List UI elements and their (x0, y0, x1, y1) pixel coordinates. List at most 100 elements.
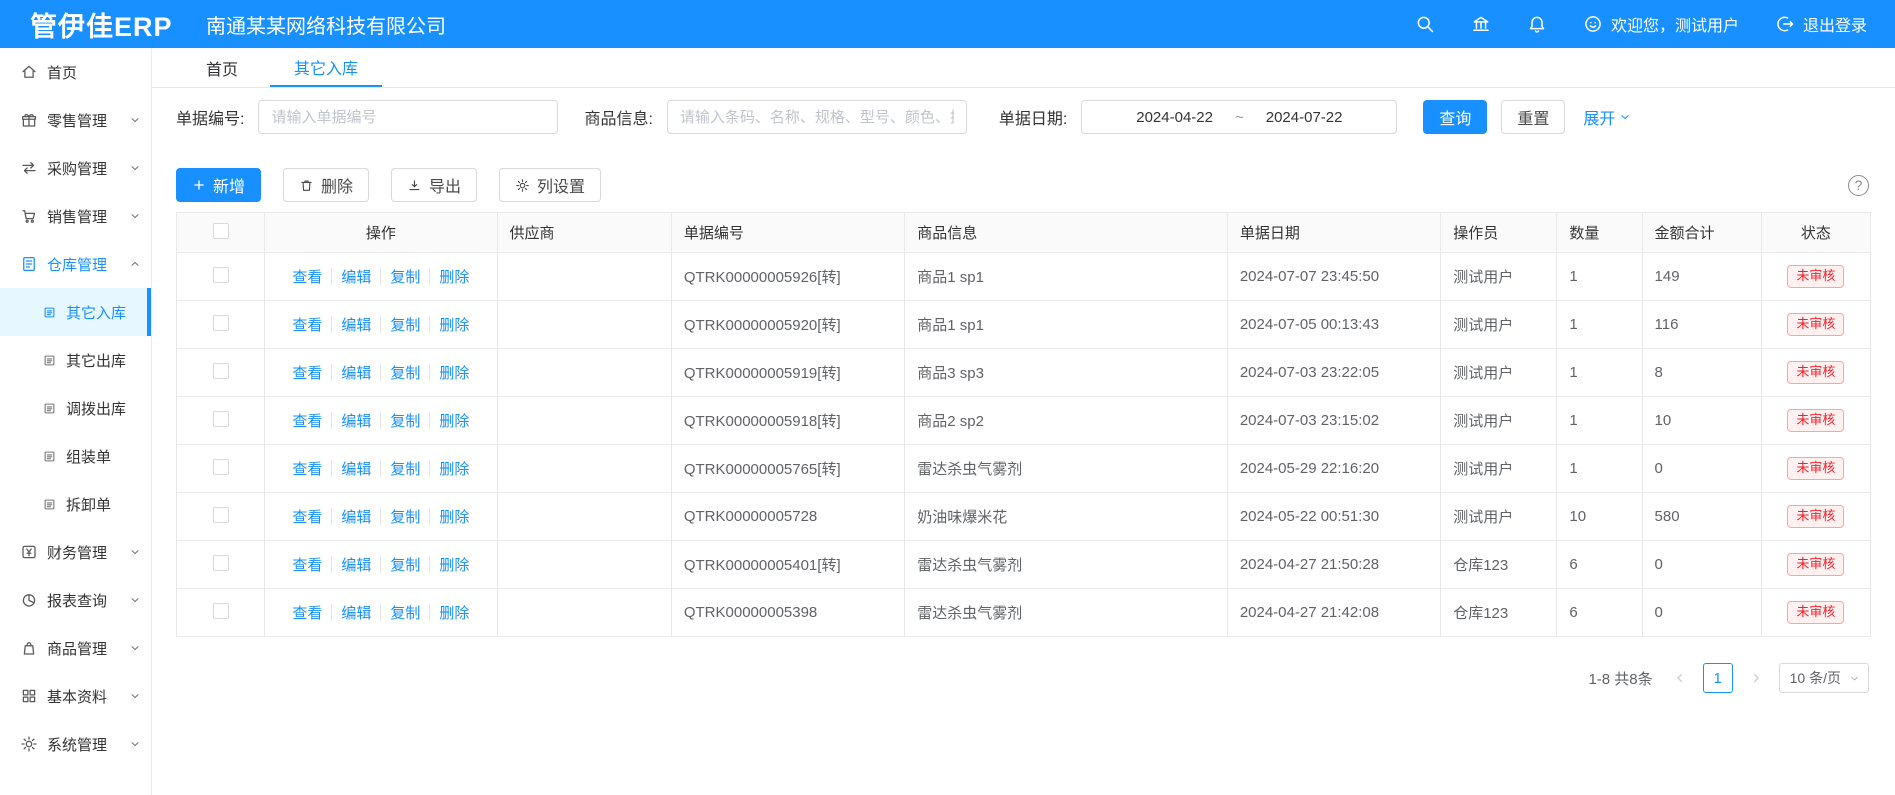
bill-no-label: 单据编号: (176, 105, 244, 129)
tab-home[interactable]: 首页 (182, 48, 262, 87)
reset-button[interactable]: 重置 (1501, 100, 1565, 134)
delete-link[interactable]: 删除 (439, 410, 469, 431)
delete-button[interactable]: 删除 (283, 168, 369, 202)
bill-date-cell: 2024-04-27 21:42:08 (1227, 589, 1440, 637)
prev-page-button[interactable] (1669, 664, 1691, 692)
view-link[interactable]: 查看 (292, 506, 322, 527)
copy-link[interactable]: 复制 (390, 506, 420, 527)
delete-link[interactable]: 删除 (439, 506, 469, 527)
gear-icon (20, 735, 38, 753)
edit-link[interactable]: 编辑 (341, 266, 371, 287)
column-settings-button[interactable]: 列设置 (499, 168, 601, 202)
sidebar-item-label: 财务管理 (47, 542, 107, 563)
sidebar-item-sales[interactable]: 销售管理 (0, 192, 151, 240)
sidebar-item-basic-data[interactable]: 基本资料 (0, 672, 151, 720)
edit-link[interactable]: 编辑 (341, 410, 371, 431)
bill-no-input[interactable] (258, 100, 558, 134)
next-page-button[interactable] (1745, 664, 1767, 692)
row-checkbox[interactable] (213, 507, 229, 523)
row-checkbox[interactable] (213, 363, 229, 379)
user-greeting[interactable]: 欢迎您，测试用户 (1583, 12, 1739, 36)
sidebar-item-system[interactable]: 系统管理 (0, 720, 151, 768)
copy-link[interactable]: 复制 (390, 410, 420, 431)
bank-icon[interactable] (1471, 14, 1491, 34)
table-row: 查看编辑复制删除 QTRK00000005398 雷达杀虫气雾剂 2024-04… (177, 589, 1871, 637)
sidebar-item-home[interactable]: 首页 (0, 48, 151, 96)
quantity-cell: 10 (1557, 493, 1642, 541)
view-link[interactable]: 查看 (292, 314, 322, 335)
row-checkbox[interactable] (213, 411, 229, 427)
delete-link[interactable]: 删除 (439, 266, 469, 287)
copy-link[interactable]: 复制 (390, 458, 420, 479)
bill-no-cell: QTRK00000005401[转] (671, 541, 904, 589)
sidebar-item-retail[interactable]: 零售管理 (0, 96, 151, 144)
row-checkbox[interactable] (213, 603, 229, 619)
help-icon[interactable] (1848, 175, 1869, 196)
view-link[interactable]: 查看 (292, 554, 322, 575)
sidebar-item-label: 销售管理 (47, 206, 107, 227)
supplier-cell (497, 541, 671, 589)
bell-icon[interactable] (1527, 14, 1547, 34)
row-checkbox[interactable] (213, 459, 229, 475)
product-cell: 奶油味爆米花 (905, 493, 1228, 541)
sidebar-item-reports[interactable]: 报表查询 (0, 576, 151, 624)
copy-link[interactable]: 复制 (390, 602, 420, 623)
sidebar-item-warehouse[interactable]: 仓库管理 (0, 240, 151, 288)
edit-link[interactable]: 编辑 (341, 602, 371, 623)
sidebar-item-other-inbound[interactable]: 其它入库 (0, 288, 151, 336)
copy-link[interactable]: 复制 (390, 362, 420, 383)
operator-cell: 测试用户 (1441, 445, 1557, 493)
sidebar-item-finance[interactable]: 财务管理 (0, 528, 151, 576)
button-label: 列设置 (537, 173, 585, 197)
export-button[interactable]: 导出 (391, 168, 477, 202)
logout-text: 退出登录 (1803, 12, 1867, 36)
expand-toggle[interactable]: 展开 (1583, 105, 1631, 129)
view-link[interactable]: 查看 (292, 266, 322, 287)
copy-link[interactable]: 复制 (390, 554, 420, 575)
page-size-select[interactable]: 10 条/页 (1779, 663, 1869, 693)
product-info-label: 商品信息: (584, 105, 652, 129)
select-all-checkbox[interactable] (213, 223, 229, 239)
edit-link[interactable]: 编辑 (341, 554, 371, 575)
date-range-picker[interactable]: 2024-04-22 ~ 2024-07-22 (1081, 100, 1397, 134)
edit-link[interactable]: 编辑 (341, 362, 371, 383)
row-checkbox[interactable] (213, 315, 229, 331)
search-icon[interactable] (1415, 14, 1435, 34)
add-button[interactable]: 新增 (176, 168, 261, 202)
edit-link[interactable]: 编辑 (341, 506, 371, 527)
sidebar-item-disassembly[interactable]: 拆卸单 (0, 480, 151, 528)
delete-link[interactable]: 删除 (439, 602, 469, 623)
delete-link[interactable]: 删除 (439, 362, 469, 383)
edit-link[interactable]: 编辑 (341, 458, 371, 479)
delete-link[interactable]: 删除 (439, 314, 469, 335)
sidebar-item-assembly[interactable]: 组装单 (0, 432, 151, 480)
view-link[interactable]: 查看 (292, 362, 322, 383)
product-info-input[interactable] (667, 100, 967, 134)
amount-cell: 10 (1642, 397, 1761, 445)
sidebar-item-transfer-outbound[interactable]: 调拨出库 (0, 384, 151, 432)
sidebar-item-goods[interactable]: 商品管理 (0, 624, 151, 672)
button-label: 查询 (1439, 105, 1471, 129)
view-link[interactable]: 查看 (292, 602, 322, 623)
logout-button[interactable]: 退出登录 (1775, 12, 1867, 36)
tab-other-inbound[interactable]: 其它入库 (270, 48, 382, 87)
copy-link[interactable]: 复制 (390, 266, 420, 287)
copy-link[interactable]: 复制 (390, 314, 420, 335)
view-link[interactable]: 查看 (292, 458, 322, 479)
view-link[interactable]: 查看 (292, 410, 322, 431)
delete-link[interactable]: 删除 (439, 458, 469, 479)
page-1-button[interactable]: 1 (1703, 663, 1733, 693)
table-row: 查看编辑复制删除 QTRK00000005918[转] 商品2 sp2 2024… (177, 397, 1871, 445)
date-start-value: 2024-04-22 (1136, 109, 1213, 126)
delete-link[interactable]: 删除 (439, 554, 469, 575)
operator-cell: 仓库123 (1441, 541, 1557, 589)
status-badge: 未审核 (1787, 457, 1844, 480)
operator-cell: 测试用户 (1441, 349, 1557, 397)
quantity-cell: 1 (1557, 301, 1642, 349)
search-button[interactable]: 查询 (1423, 100, 1487, 134)
sidebar-item-purchase[interactable]: 采购管理 (0, 144, 151, 192)
sidebar-item-other-outbound[interactable]: 其它出库 (0, 336, 151, 384)
row-checkbox[interactable] (213, 267, 229, 283)
edit-link[interactable]: 编辑 (341, 314, 371, 335)
row-checkbox[interactable] (213, 555, 229, 571)
